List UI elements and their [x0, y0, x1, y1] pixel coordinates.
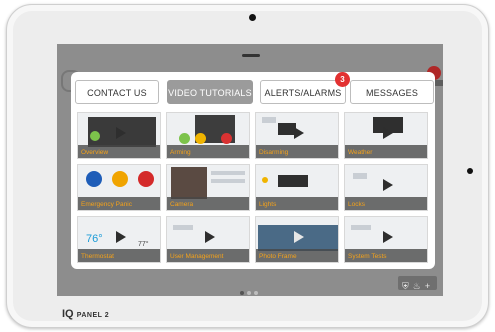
disarm-icon [221, 133, 232, 144]
play-icon [294, 127, 304, 139]
plus-icon[interactable]: + [425, 279, 430, 293]
video-tile-camera[interactable]: Camera [166, 164, 250, 211]
flame-icon [112, 171, 128, 187]
video-tile-emergency-panic[interactable]: Emergency Panic [77, 164, 161, 211]
video-tile-arming[interactable]: Arming [166, 112, 250, 159]
quick-panic-buttons[interactable]: ⛨ ♨ + [398, 276, 437, 293]
thumbnail [173, 225, 193, 230]
device-logo: IQ PANEL 2 [62, 308, 109, 320]
thumbnail [351, 225, 371, 230]
pull-down-handle[interactable] [242, 54, 260, 57]
shield-icon [86, 171, 102, 187]
side-sensor [467, 168, 473, 174]
video-title: System Tests [348, 253, 387, 260]
play-icon [383, 179, 393, 191]
shield-icon[interactable]: ⛨ [402, 279, 409, 293]
thermostat-temp: 76° [86, 233, 103, 245]
video-tile-lights[interactable]: Lights [255, 164, 339, 211]
video-tile-thermostat[interactable]: 76° 77° Thermostat [77, 216, 161, 263]
play-icon [383, 231, 393, 243]
video-title: Disarming [259, 149, 289, 156]
video-title: Locks [348, 201, 365, 208]
video-title: Overview [81, 149, 109, 156]
video-tile-system-tests[interactable]: System Tests [344, 216, 428, 263]
tab-messages[interactable]: MESSAGES [350, 80, 434, 104]
video-title: User Management [170, 253, 224, 260]
video-tile-overview[interactable]: Overview [77, 112, 161, 159]
video-title: Weather [348, 149, 373, 156]
play-icon [116, 231, 126, 243]
arm-away-icon [179, 133, 190, 144]
camera-lens [249, 14, 256, 21]
alerts-count-badge: 3 [335, 72, 350, 87]
thermostat-temp-secondary: 77° [138, 241, 149, 248]
status-icon [90, 131, 100, 141]
page-dot[interactable] [254, 291, 258, 295]
video-title: Arming [170, 149, 191, 156]
tab-bar: CONTACT US VIDEO TUTORIALS ALERTS/ALARMS… [75, 72, 434, 106]
plus-icon [138, 171, 154, 187]
logo-text: PANEL 2 [76, 312, 110, 319]
tab-video-tutorials[interactable]: VIDEO TUTORIALS [167, 80, 253, 104]
tab-alerts-alarms[interactable]: ALERTS/ALARMS [260, 80, 346, 104]
video-title: Camera [170, 201, 194, 208]
thumbnail [278, 175, 308, 187]
video-title: Lights [259, 201, 277, 208]
tab-contact-us[interactable]: CONTACT US [75, 80, 159, 104]
page-dot[interactable] [247, 291, 251, 295]
video-title: Photo Frame [259, 253, 297, 260]
thumbnail [211, 179, 245, 183]
screen: CONTACT US VIDEO TUTORIALS ALERTS/ALARMS… [57, 44, 443, 296]
play-icon [383, 127, 393, 139]
video-tile-weather[interactable]: Weather [344, 112, 428, 159]
logo-mark: IQ [62, 308, 74, 320]
page-indicator [240, 282, 261, 296]
video-tile-disarming[interactable]: Disarming [255, 112, 339, 159]
video-tutorials-panel: CONTACT US VIDEO TUTORIALS ALERTS/ALARMS… [71, 72, 435, 269]
play-icon [116, 127, 126, 139]
video-tile-user-management[interactable]: User Management [166, 216, 250, 263]
video-tile-photo-frame[interactable]: Photo Frame [255, 216, 339, 263]
page-dot[interactable] [240, 291, 244, 295]
video-grid: Overview Arming Disarming Weather Emerge… [77, 112, 430, 264]
thumbnail [353, 173, 367, 179]
flame-icon[interactable]: ♨ [413, 279, 421, 293]
play-icon [205, 231, 215, 243]
bulb-icon [262, 177, 268, 183]
play-icon [294, 231, 304, 243]
thumbnail [211, 171, 245, 175]
video-tile-locks[interactable]: Locks [344, 164, 428, 211]
thumbnail [262, 117, 276, 123]
arm-stay-icon [195, 133, 206, 144]
video-title: Emergency Panic [81, 201, 132, 208]
thumbnail [171, 167, 207, 199]
video-title: Thermostat [81, 253, 114, 260]
